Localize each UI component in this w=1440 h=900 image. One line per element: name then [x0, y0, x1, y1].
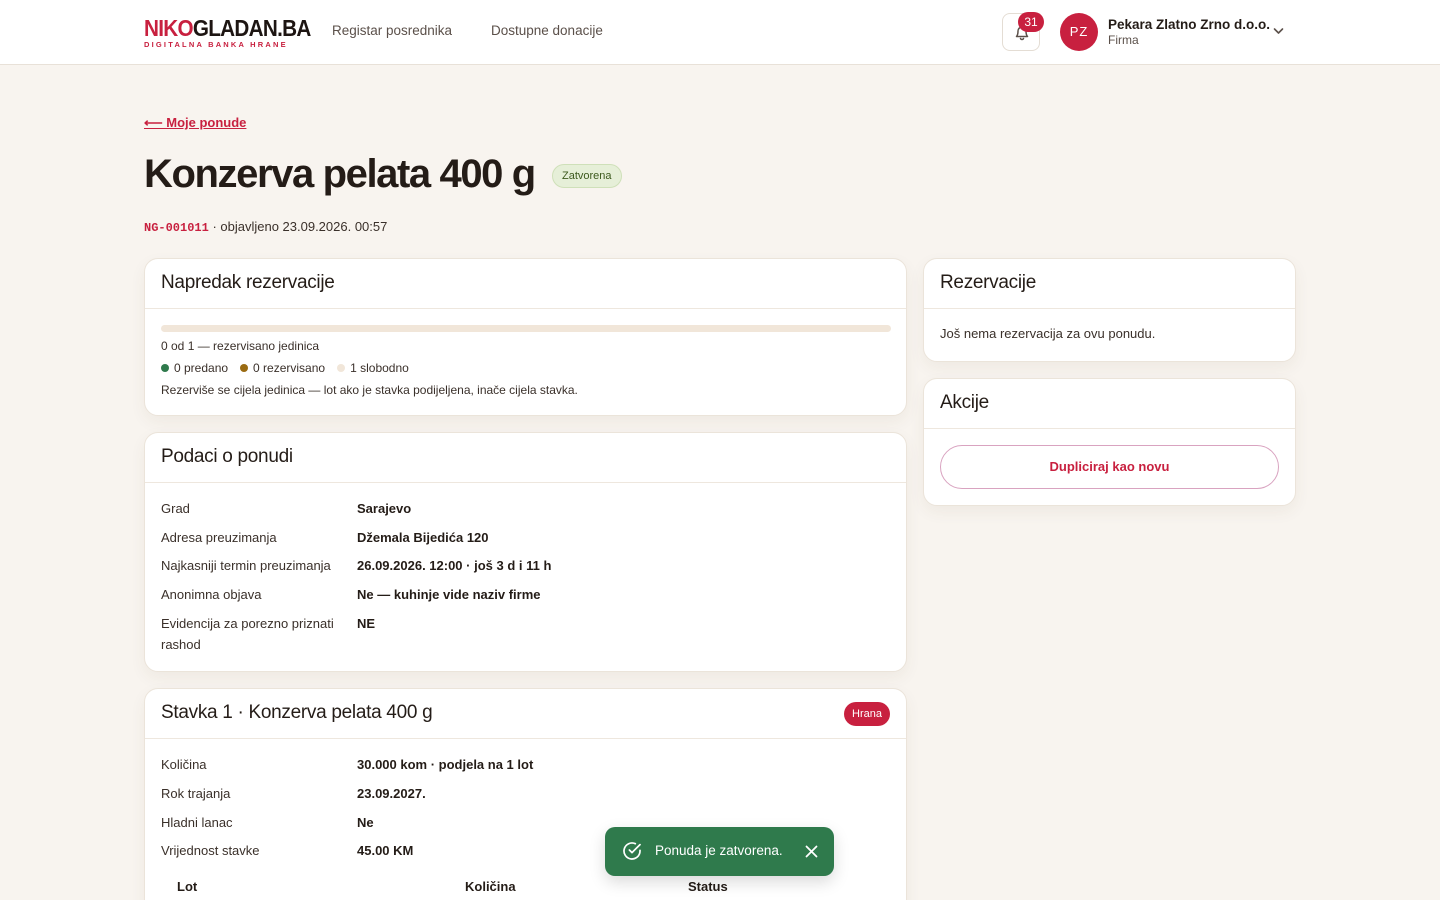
detail-value-anonimna: Ne — kuhinje vide naziv firme — [357, 587, 541, 602]
progress-card-title: Napredak rezervacije — [161, 272, 335, 293]
detail-label-grad: Grad — [161, 501, 190, 516]
check-circle-icon — [623, 842, 641, 860]
item-card-header: Stavka 1 · Konzerva pelata 400 g Hrana — [145, 689, 906, 739]
actions-header: Akcije — [924, 379, 1295, 429]
legend-item-rezervisano: 0 rezervisano — [240, 361, 325, 375]
detail-value-termin: 26.09.2026. 12:00 · još 3 d i 11 h — [357, 558, 552, 573]
progress-note: Rezerviše se cijela jedinica — lot ako j… — [161, 383, 578, 397]
user-name[interactable]: Pekara Zlatno Zrno d.o.o. — [1108, 17, 1270, 32]
progress-summary: 0 od 1 — rezervisano jedinica — [161, 339, 320, 353]
notification-count-badge: 31 — [1018, 12, 1044, 32]
reservations-title: Rezervacije — [940, 272, 1036, 293]
logo-part2: GLADAN.BA — [192, 15, 311, 41]
actions-card: Akcije Dupliciraj kao novu — [923, 378, 1296, 506]
progress-card-header: Napredak rezervacije — [145, 259, 906, 309]
legend-item-predano: 0 predano — [161, 361, 228, 375]
status-badge: Zatvorena — [552, 164, 622, 188]
reservations-empty-text: Još nema rezervacija za ovu ponudu. — [940, 326, 1156, 341]
progress-card: Napredak rezervacije 0 od 1 — rezervisan… — [144, 258, 907, 416]
offer-meta: NG-001011 · objavljeno 23.09.2026. 00:57 — [144, 219, 387, 235]
back-link-moje-ponude[interactable]: ⟵ Moje ponude — [144, 115, 246, 131]
detail-value-adresa: Džemala Bijedića 120 — [357, 530, 489, 545]
detail-label-termin: Najkasniji termin preuzimanja — [161, 558, 331, 573]
item-label-kolicina: Količina — [161, 757, 207, 772]
reservations-card: Rezervacije Još nema rezervacija za ovu … — [923, 258, 1296, 362]
lot-column-header-status: Status — [688, 879, 728, 894]
legend-dot-predano — [161, 364, 169, 372]
toast-notification: Ponuda je zatvorena. — [605, 827, 834, 876]
item-label-rok: Rok trajanja — [161, 786, 231, 801]
item-value-hladni: Ne — [357, 815, 374, 830]
reservations-header: Rezervacije — [924, 259, 1295, 309]
lot-column-header-kolicina: Količina — [465, 879, 516, 894]
duplicate-button[interactable]: Dupliciraj kao novu — [940, 445, 1279, 489]
offer-details-header: Podaci o ponudi — [145, 433, 906, 483]
category-badge: Hrana — [844, 702, 890, 726]
actions-title: Akcije — [940, 392, 989, 413]
close-icon[interactable] — [803, 843, 820, 860]
legend-label-predano: 0 predano — [174, 361, 229, 375]
offer-code: NG-001011 — [144, 221, 209, 235]
progress-legend: 0 predano 0 rezervisano 1 slobodno — [161, 361, 409, 375]
user-role: Firma — [1108, 33, 1139, 47]
detail-value-grad: Sarajevo — [357, 501, 412, 516]
item-value-rok: 23.09.2027. — [357, 786, 426, 801]
logo-tagline: DIGITALNA BANKA HRANE — [144, 40, 288, 49]
legend-label-slobodno: 1 slobodno — [350, 361, 409, 375]
legend-dot-rezervisano — [240, 364, 249, 372]
avatar[interactable]: PZ — [1060, 13, 1098, 51]
page-title: Konzerva pelata 400 g — [144, 152, 536, 196]
nav-link-registar[interactable]: Registar posrednika — [332, 23, 452, 38]
offer-details-title: Podaci o ponudi — [161, 446, 293, 467]
top-bar: NIKOGLADAN.BA DIGITALNA BANKA HRANE Regi… — [0, 0, 1440, 65]
legend-item-slobodno: 1 slobodno — [337, 361, 409, 375]
item-label-hladni: Hladni lanac — [161, 815, 233, 830]
detail-label-anonimna: Anonimna objava — [161, 587, 262, 602]
item-label-vrijednost: Vrijednost stavke — [161, 843, 260, 858]
published-date: · objavljeno 23.09.2026. 00:57 — [212, 219, 388, 234]
legend-label-rezervisano: 0 rezervisano — [253, 361, 326, 375]
item-value-kolicina: 30.000 kom · podjela na 1 lot — [357, 757, 534, 772]
item-value-vrijednost: 45.00 KM — [357, 843, 414, 858]
item-card-title: Stavka 1 · Konzerva pelata 400 g — [161, 702, 433, 723]
toast-message: Ponuda je zatvorena. — [655, 843, 783, 858]
logo-part1: NIKO — [144, 15, 194, 41]
logo[interactable]: NIKOGLADAN.BA DIGITALNA BANKA HRANE — [144, 15, 311, 50]
nav-link-donacije[interactable]: Dostupne donacije — [491, 23, 603, 38]
logo-wordmark: NIKOGLADAN.BA — [144, 15, 311, 41]
progress-bar — [161, 325, 891, 332]
detail-label-evidencija: Evidencija za porezno priznati rashod — [161, 616, 334, 652]
offer-details-card: Podaci o ponudi Grad Sarajevo Adresa pre… — [144, 432, 907, 672]
lot-column-header-lot: Lot — [177, 879, 198, 894]
detail-value-evidencija: NE — [357, 616, 376, 631]
legend-dot-slobodno — [337, 364, 346, 372]
detail-label-adresa: Adresa preuzimanja — [161, 530, 277, 545]
chevron-down-icon[interactable] — [1273, 27, 1284, 35]
